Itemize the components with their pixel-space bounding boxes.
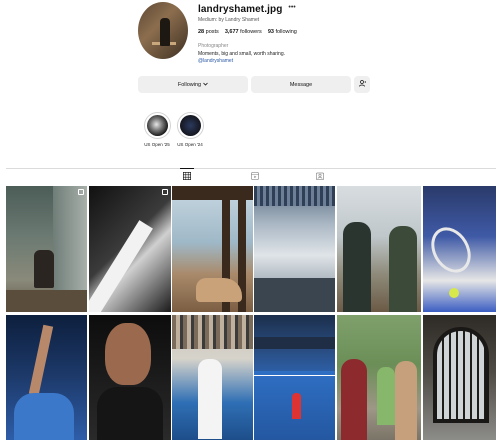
post-court-line (254, 375, 335, 376)
post-thumbnail[interactable] (6, 315, 87, 440)
following-label: following (275, 29, 297, 35)
followers-label: followers (240, 29, 262, 35)
post-thumbnail[interactable] (423, 315, 496, 440)
profile-avatar[interactable] (138, 2, 188, 59)
post-player (14, 393, 74, 440)
grid-icon (183, 172, 191, 182)
post-light-streak (89, 220, 153, 312)
post-person (389, 226, 417, 312)
profile-info: landryshamet.jpg ••• Medium: by Landry S… (198, 2, 438, 65)
tagged-icon (316, 172, 324, 182)
highlight-label: US Open '25 (144, 142, 170, 147)
story-highlights: US Open '25 US Open '24 (142, 112, 222, 158)
following-stat[interactable]: 93 following (268, 29, 297, 35)
post-thumbnail[interactable] (6, 186, 87, 312)
post-thumbnail[interactable] (89, 315, 171, 440)
post-thumbnail[interactable] (89, 186, 171, 312)
ellipsis-icon[interactable]: ••• (288, 4, 295, 11)
post-person (341, 359, 367, 440)
post-thumbnail[interactable] (337, 315, 421, 440)
post-scoreboard (254, 337, 335, 349)
post-thumbnail[interactable] (172, 186, 253, 312)
following-button-label: Following (177, 81, 202, 88)
post-person (34, 250, 54, 288)
message-button-label: Message (289, 81, 313, 88)
posts-count: 28 (198, 29, 205, 35)
following-button[interactable]: Following (138, 76, 248, 93)
add-user-button[interactable] (354, 76, 370, 93)
profile-link[interactable]: @landryshamet (198, 58, 438, 64)
post-player (292, 393, 301, 419)
posts-stat: 28 posts (198, 29, 219, 35)
username-row: landryshamet.jpg ••• (198, 2, 438, 16)
profile-category: Photographer (198, 43, 229, 49)
profile-bio: Moments, big and small, worth sharing. (198, 51, 285, 57)
post-person (343, 222, 371, 312)
tab-posts[interactable] (180, 168, 194, 182)
post-thumbnail[interactable] (172, 315, 253, 440)
post-thumbnail[interactable] (337, 186, 421, 312)
message-button[interactable]: Message (251, 76, 351, 93)
post-dog (196, 278, 242, 302)
post-thumbnail[interactable] (254, 315, 335, 440)
profile-stats: 28 posts 3,677 followers 93 following (198, 29, 438, 35)
highlight-label: US Open '24 (177, 142, 203, 147)
post-player (198, 359, 222, 439)
followers-count: 3,677 (224, 29, 239, 35)
following-count: 93 (267, 29, 274, 35)
post-thumbnail[interactable] (254, 186, 335, 312)
post-ground (254, 278, 335, 312)
post-arm (28, 324, 54, 396)
highlight-item[interactable]: US Open '24 (175, 112, 205, 147)
post-ball (449, 288, 459, 298)
post-thumbnail[interactable] (423, 186, 496, 312)
post-crowd (172, 315, 253, 349)
followers-stat[interactable]: 3,677 followers (225, 29, 262, 35)
tab-tagged[interactable] (315, 172, 325, 182)
profile-subtitle: Medium: by Landry Shamet (198, 17, 260, 23)
profile-actions: Following Message (138, 76, 370, 93)
posts-label: posts (205, 29, 219, 35)
avatar-figure (160, 18, 170, 46)
reels-icon (251, 172, 259, 182)
post-face (105, 323, 151, 385)
post-racket (423, 220, 479, 280)
post-stadium (254, 186, 335, 206)
post-floor (6, 290, 87, 312)
highlight-ring (143, 112, 171, 139)
post-body (97, 387, 163, 440)
post-arch (433, 327, 489, 423)
highlight-ring (176, 112, 204, 139)
carousel-icon (162, 189, 168, 195)
profile-tabs (6, 168, 496, 184)
post-person (395, 361, 417, 440)
profile-header: landryshamet.jpg ••• Medium: by Landry S… (138, 0, 438, 65)
tab-reels[interactable] (250, 172, 260, 182)
highlight-thumbnail (179, 115, 201, 136)
add-user-icon (358, 80, 366, 89)
post-grid (6, 186, 496, 440)
chevron-down-icon (203, 82, 208, 88)
highlight-item[interactable]: US Open '25 (142, 112, 172, 147)
post-child (377, 367, 395, 425)
pin-icon (78, 189, 84, 195)
username: landryshamet.jpg (198, 3, 283, 15)
highlight-thumbnail (146, 115, 168, 136)
